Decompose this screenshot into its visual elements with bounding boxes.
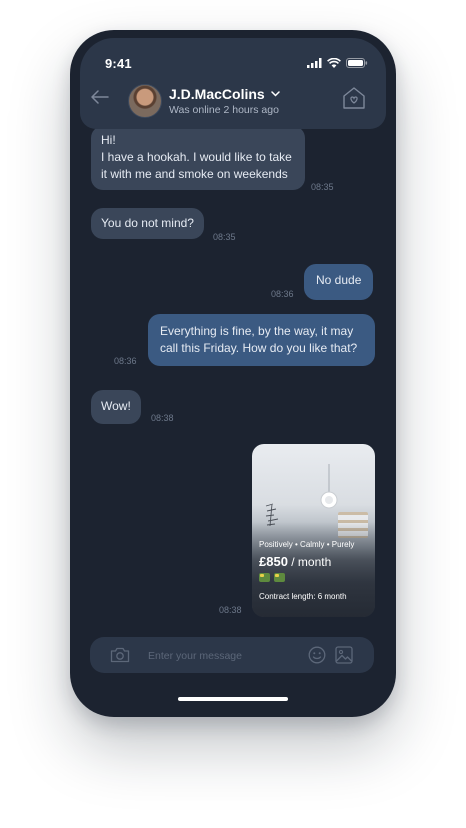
listing-card[interactable]: Positively • Calmly • Purely £850 / mont… — [252, 444, 375, 617]
message-text: You do not mind? — [101, 216, 194, 230]
message-line: it with me and smoke on weekends — [101, 167, 288, 181]
message-time: 08:36 — [271, 289, 294, 299]
camera-icon[interactable] — [110, 647, 130, 663]
back-arrow-icon[interactable] — [91, 90, 109, 104]
message-line: call this Friday. How do you like that? — [160, 341, 358, 355]
chevron-down-icon[interactable] — [270, 91, 280, 97]
message-input[interactable] — [146, 646, 300, 666]
listing-price: £850 / month — [259, 554, 331, 569]
message-text: No dude — [316, 273, 362, 287]
message-time: 08:35 — [311, 182, 334, 192]
avatar[interactable] — [128, 84, 162, 118]
message-time: 08:35 — [213, 232, 236, 242]
pendant-lamp-icon — [320, 464, 338, 509]
message-line: I have a hookah. I would like to take — [101, 150, 292, 164]
home-indicator[interactable] — [178, 697, 288, 701]
emoji-icon[interactable] — [308, 646, 326, 664]
listing-tags: Positively • Calmly • Purely — [259, 540, 355, 549]
card-overlay — [252, 522, 375, 617]
message-bubble-incoming[interactable]: Hi! I have a hookah. I would like to tak… — [91, 126, 305, 190]
signal-icon — [307, 58, 322, 68]
message-bubble-outgoing[interactable]: No dude — [304, 264, 374, 300]
home-heart-icon[interactable] — [342, 86, 366, 110]
bed-icon — [259, 573, 270, 582]
contact-status: Was online 2 hours ago — [169, 104, 279, 116]
chat-header: 9:41 J.D.MacColins Was online 2 hours ag… — [80, 38, 386, 129]
message-bubble-incoming[interactable]: You do not mind? — [91, 208, 204, 239]
bed-icons — [259, 573, 285, 582]
price-amount: £850 — [259, 554, 288, 569]
price-period: / month — [287, 555, 332, 569]
message-line: Everything is fine, by the way, it may — [160, 324, 354, 338]
bed-icon — [274, 573, 285, 582]
contract-length: Contract length: 6 month — [259, 592, 347, 601]
contact-name-row[interactable]: J.D.MacColins — [169, 86, 280, 102]
message-time: 08:38 — [219, 605, 242, 615]
wifi-icon — [327, 58, 341, 68]
contact-name: J.D.MacColins — [169, 86, 265, 102]
battery-icon — [346, 58, 368, 68]
message-time: 08:36 — [114, 356, 137, 366]
message-line: Hi! — [101, 133, 116, 147]
message-bubble-outgoing[interactable]: Everything is fine, by the way, it may c… — [148, 314, 375, 366]
message-bubble-incoming[interactable]: Wow! — [91, 390, 141, 424]
image-icon[interactable] — [335, 646, 353, 664]
message-composer — [90, 637, 374, 673]
phone-screen: 9:41 J.D.MacColins Was online 2 hours ag… — [70, 30, 396, 717]
status-time: 9:41 — [105, 56, 132, 71]
message-text: Wow! — [101, 399, 131, 413]
message-time: 08:38 — [151, 413, 174, 423]
status-icons — [307, 58, 368, 68]
